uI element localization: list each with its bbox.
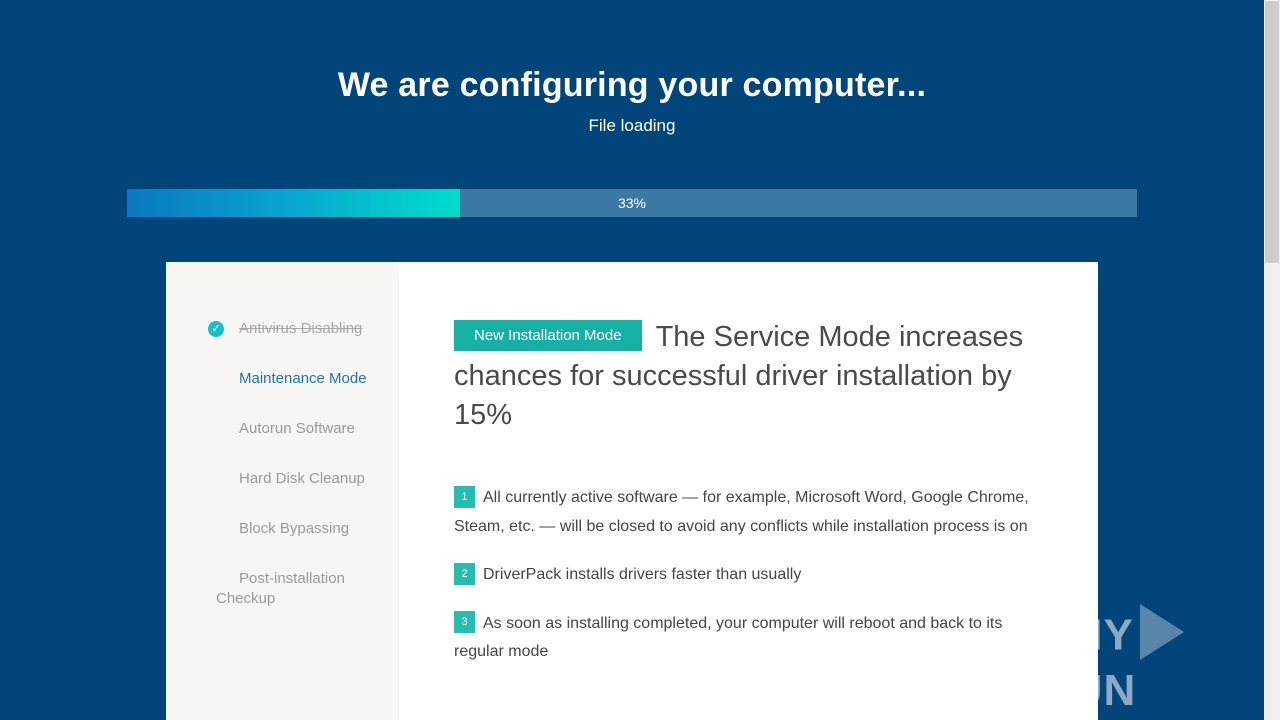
watermark-right-text: RUN: [1038, 666, 1137, 715]
step-number-badge: 3: [454, 611, 475, 634]
step-post-installation-checkup: Post-installation Checkup: [216, 570, 345, 607]
list-item-text: DriverPack installs drivers faster than …: [483, 566, 802, 583]
list-item: 3 As soon as installing completed, your c…: [454, 610, 1034, 667]
page-subtitle: File loading: [588, 116, 676, 135]
list-item: 1 All currently active software — for exa…: [454, 484, 1034, 541]
headline: New Installation Mode The Service Mode in…: [454, 318, 1044, 435]
page-title: We are configuring your computer...: [337, 66, 927, 104]
step-hard-disk-cleanup: Hard Disk Cleanup: [239, 470, 365, 487]
vertical-scrollbar[interactable]: [1264, 0, 1280, 720]
progress-bar: 33%: [127, 189, 1137, 217]
list-item-text: As soon as installing completed, your co…: [454, 614, 1003, 661]
scrollbar-thumb[interactable]: [1265, 1, 1279, 263]
watermark-left-text: ANY: [1038, 610, 1134, 660]
anyrun-watermark: ANY RUN: [1038, 604, 1264, 716]
play-icon: [1139, 604, 1184, 660]
main-content: New Installation Mode The Service Mode in…: [454, 318, 1044, 435]
step-antivirus-disabling: Antivirus Disabling: [239, 320, 363, 337]
step-number-badge: 2: [454, 562, 475, 585]
check-circle-icon: ✓: [208, 321, 224, 337]
installer-window: We are configuring your computer... File…: [0, 0, 1264, 720]
step-autorun-software: Autorun Software: [239, 420, 355, 437]
step-maintenance-mode: Maintenance Mode: [239, 370, 367, 387]
progress-label: 33%: [617, 195, 647, 211]
info-card: ✓ Antivirus Disabling Maintenance Mode A…: [166, 262, 1098, 720]
new-installation-mode-badge: New Installation Mode: [454, 320, 642, 351]
list-item-text: All currently active software — for exam…: [454, 489, 1029, 535]
step-number-badge: 1: [454, 485, 475, 508]
list-item: 2 DriverPack installs drivers faster than…: [454, 561, 1034, 590]
steps-sidebar: ✓ Antivirus Disabling Maintenance Mode A…: [166, 262, 399, 720]
step-block-bypassing: Block Bypassing: [239, 520, 350, 537]
feature-list: 1 All currently active software — for exa…: [454, 484, 1034, 687]
